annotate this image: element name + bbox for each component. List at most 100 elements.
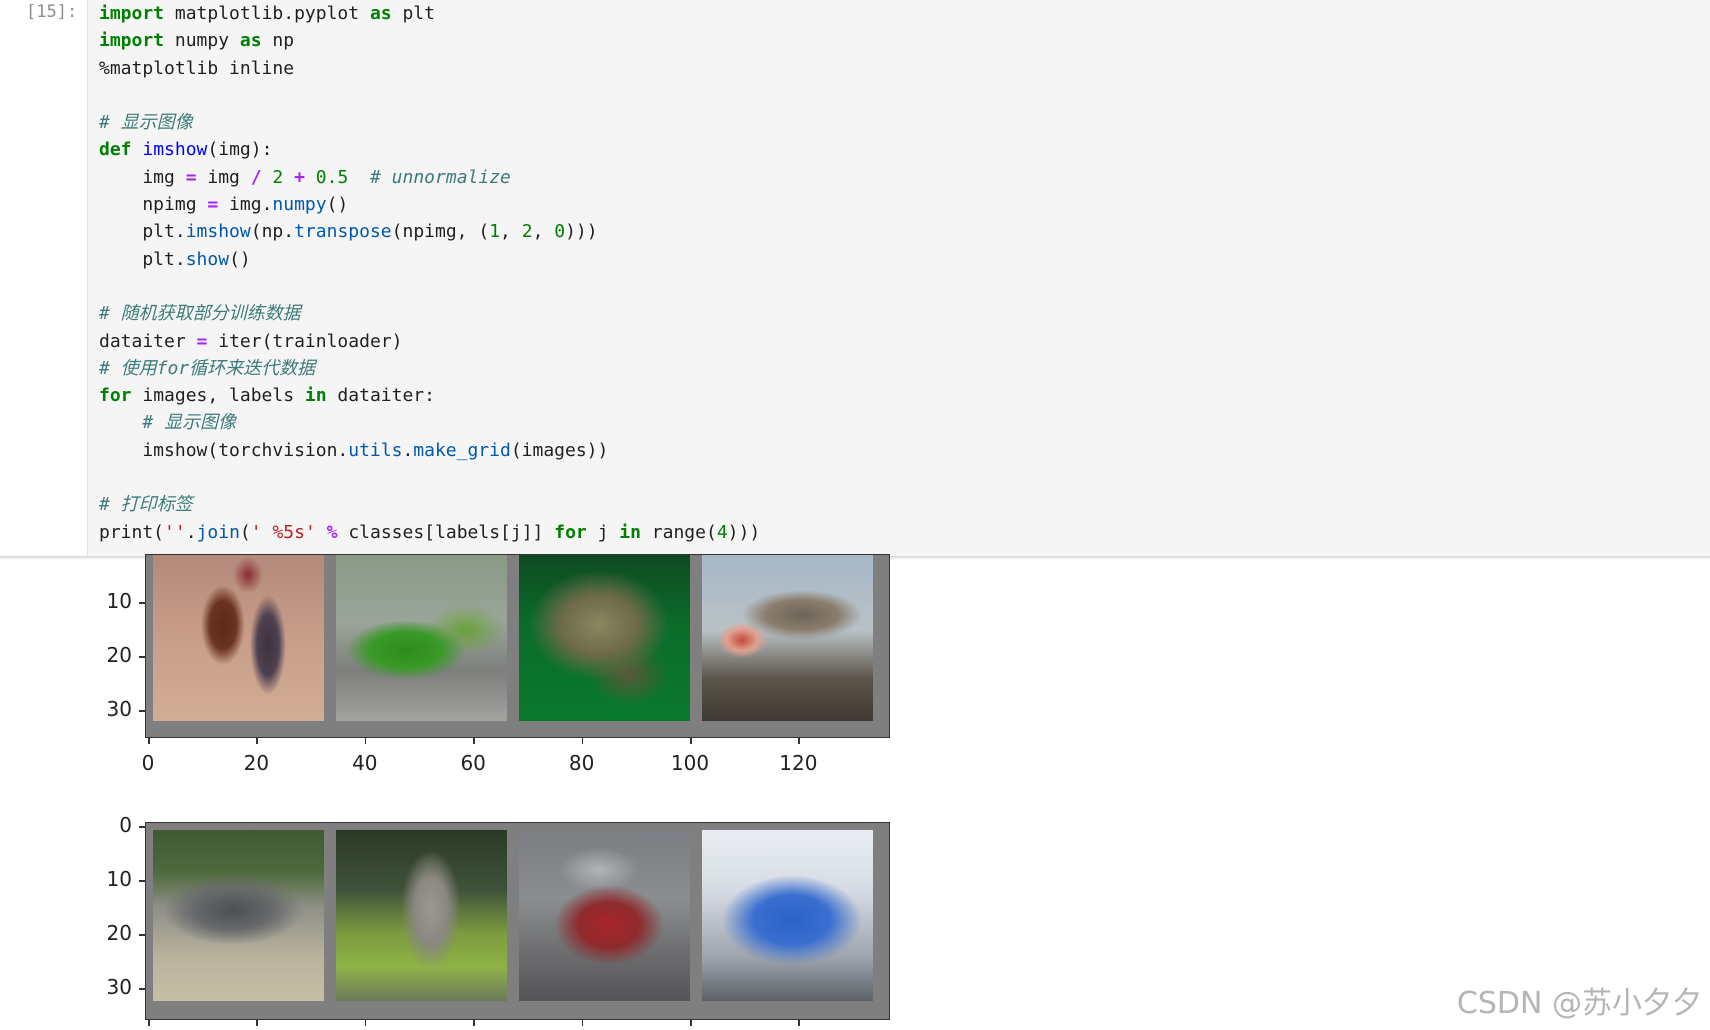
x-tick-mark <box>256 1020 258 1026</box>
code-token: # 随机获取部分训练数据 <box>99 303 301 325</box>
code-token: npimg <box>99 194 208 216</box>
code-token: classes[labels[j]] <box>337 521 555 543</box>
code-editor[interactable]: import matplotlib.pyplot as plt import nu… <box>99 0 760 546</box>
x-tick-mark <box>148 1020 150 1026</box>
code-line[interactable]: # 随机获取部分训练数据 <box>99 300 760 327</box>
code-line[interactable]: img = img / 2 + 0.5 # unnormalize <box>99 164 760 191</box>
code-line[interactable]: imshow(torchvision.utils.make_grid(image… <box>99 437 760 464</box>
code-token: in <box>304 385 327 407</box>
code-token: images, labels <box>131 385 305 407</box>
x-tick-label: 60 <box>460 751 486 775</box>
code-token: %matplotlib inline <box>99 57 295 79</box>
code-token: , <box>500 221 522 243</box>
code-token: plt. <box>99 221 186 243</box>
x-tick-mark <box>148 738 150 744</box>
code-line[interactable]: def imshow(img): <box>99 136 760 163</box>
code-line[interactable]: # 显示图像 <box>99 109 760 136</box>
code-line[interactable] <box>99 273 760 300</box>
code-token: join <box>196 521 240 543</box>
code-token: plt <box>391 3 435 24</box>
code-token: 0.5 <box>315 166 349 188</box>
y-tick-mark <box>139 880 145 882</box>
x-tick-mark <box>364 738 367 744</box>
car-image <box>153 830 324 1001</box>
code-token: def <box>99 139 132 161</box>
code-token: utils <box>348 439 403 461</box>
code-token: dataiter <box>99 330 197 352</box>
watermark: CSDN @苏小夕夕 <box>1456 986 1702 1021</box>
code-line[interactable]: import matplotlib.pyplot as plt <box>99 0 760 27</box>
code-token: np <box>261 30 295 52</box>
code-token: j <box>586 521 620 543</box>
x-tick-label: 40 <box>352 751 378 775</box>
code-token: iter(trainloader) <box>207 330 403 352</box>
code-token: for <box>99 385 132 407</box>
code-line[interactable] <box>99 82 760 109</box>
code-line[interactable]: for images, labels in dataiter: <box>99 382 760 409</box>
code-line[interactable]: # 使用for循环来迭代数据 <box>99 355 760 382</box>
code-token: ))) <box>727 521 761 543</box>
horse-rider-image <box>153 555 324 721</box>
code-cell[interactable]: [15]: import matplotlib.pyplot as plt imp… <box>0 0 1710 560</box>
x-tick-mark <box>581 738 584 744</box>
code-token: ( <box>239 521 251 543</box>
code-token: in <box>619 521 641 543</box>
x-tick-mark <box>690 738 692 744</box>
code-line[interactable]: print(''.join(' %5s' % classes[labels[j]… <box>99 519 760 546</box>
code-line[interactable]: %matplotlib inline <box>99 55 760 82</box>
y-tick-mark <box>139 602 145 604</box>
x-tick-mark <box>798 1020 800 1026</box>
code-line[interactable] <box>99 464 760 491</box>
code-line[interactable]: npimg = img.numpy() <box>99 191 760 218</box>
code-token: / <box>250 166 262 188</box>
y-tick-label: 20 <box>106 643 132 667</box>
code-token: img <box>196 166 251 188</box>
code-token: matplotlib.pyplot <box>164 3 370 24</box>
image-grid-axes <box>145 554 890 738</box>
frog-image <box>519 555 690 721</box>
y-tick-label: 30 <box>106 975 132 999</box>
green-truck-image <box>336 555 507 721</box>
code-token: () <box>229 248 251 270</box>
code-token: numpy <box>164 30 240 52</box>
code-token: = <box>207 194 219 216</box>
code-token: (npimg, ( <box>391 221 490 243</box>
code-line[interactable]: plt.imshow(np.transpose(npimg, (1, 2, 0)… <box>99 218 760 245</box>
code-token: # 显示图像 <box>99 112 193 134</box>
image-grid-axes <box>145 822 890 1020</box>
code-token: ))) <box>565 221 598 243</box>
code-token: 1 <box>489 221 501 243</box>
x-tick-mark <box>581 1020 584 1026</box>
code-token: as <box>369 3 392 24</box>
x-tick-label: 80 <box>568 751 595 775</box>
code-token: range( <box>640 521 717 543</box>
code-line[interactable]: # 显示图像 <box>99 409 760 436</box>
code-token: '' <box>164 521 186 543</box>
code-line[interactable]: plt.show() <box>99 246 760 273</box>
x-tick-label: 120 <box>779 751 818 775</box>
y-tick-mark <box>139 988 145 990</box>
code-token: # 使用for循环来迭代数据 <box>99 357 316 379</box>
x-tick-label: 0 <box>141 751 155 775</box>
code-token: print( <box>99 521 165 543</box>
code-token: 2 <box>272 166 284 188</box>
code-token: as <box>239 30 262 52</box>
code-token: imshow <box>142 139 208 161</box>
y-tick-label: 20 <box>106 921 132 945</box>
x-tick-label: 100 <box>670 751 710 775</box>
cell-prompt: [15]: <box>26 2 78 22</box>
code-line[interactable]: dataiter = iter(trainloader) <box>99 328 760 355</box>
code-line[interactable]: import numpy as np <box>99 27 760 54</box>
y-tick-mark <box>139 710 145 712</box>
code-token: . <box>402 439 414 461</box>
deer-image <box>336 830 507 1001</box>
code-token: # 打印标签 <box>99 494 193 516</box>
x-tick-mark <box>473 1020 475 1026</box>
code-line[interactable]: # 打印标签 <box>99 491 760 518</box>
